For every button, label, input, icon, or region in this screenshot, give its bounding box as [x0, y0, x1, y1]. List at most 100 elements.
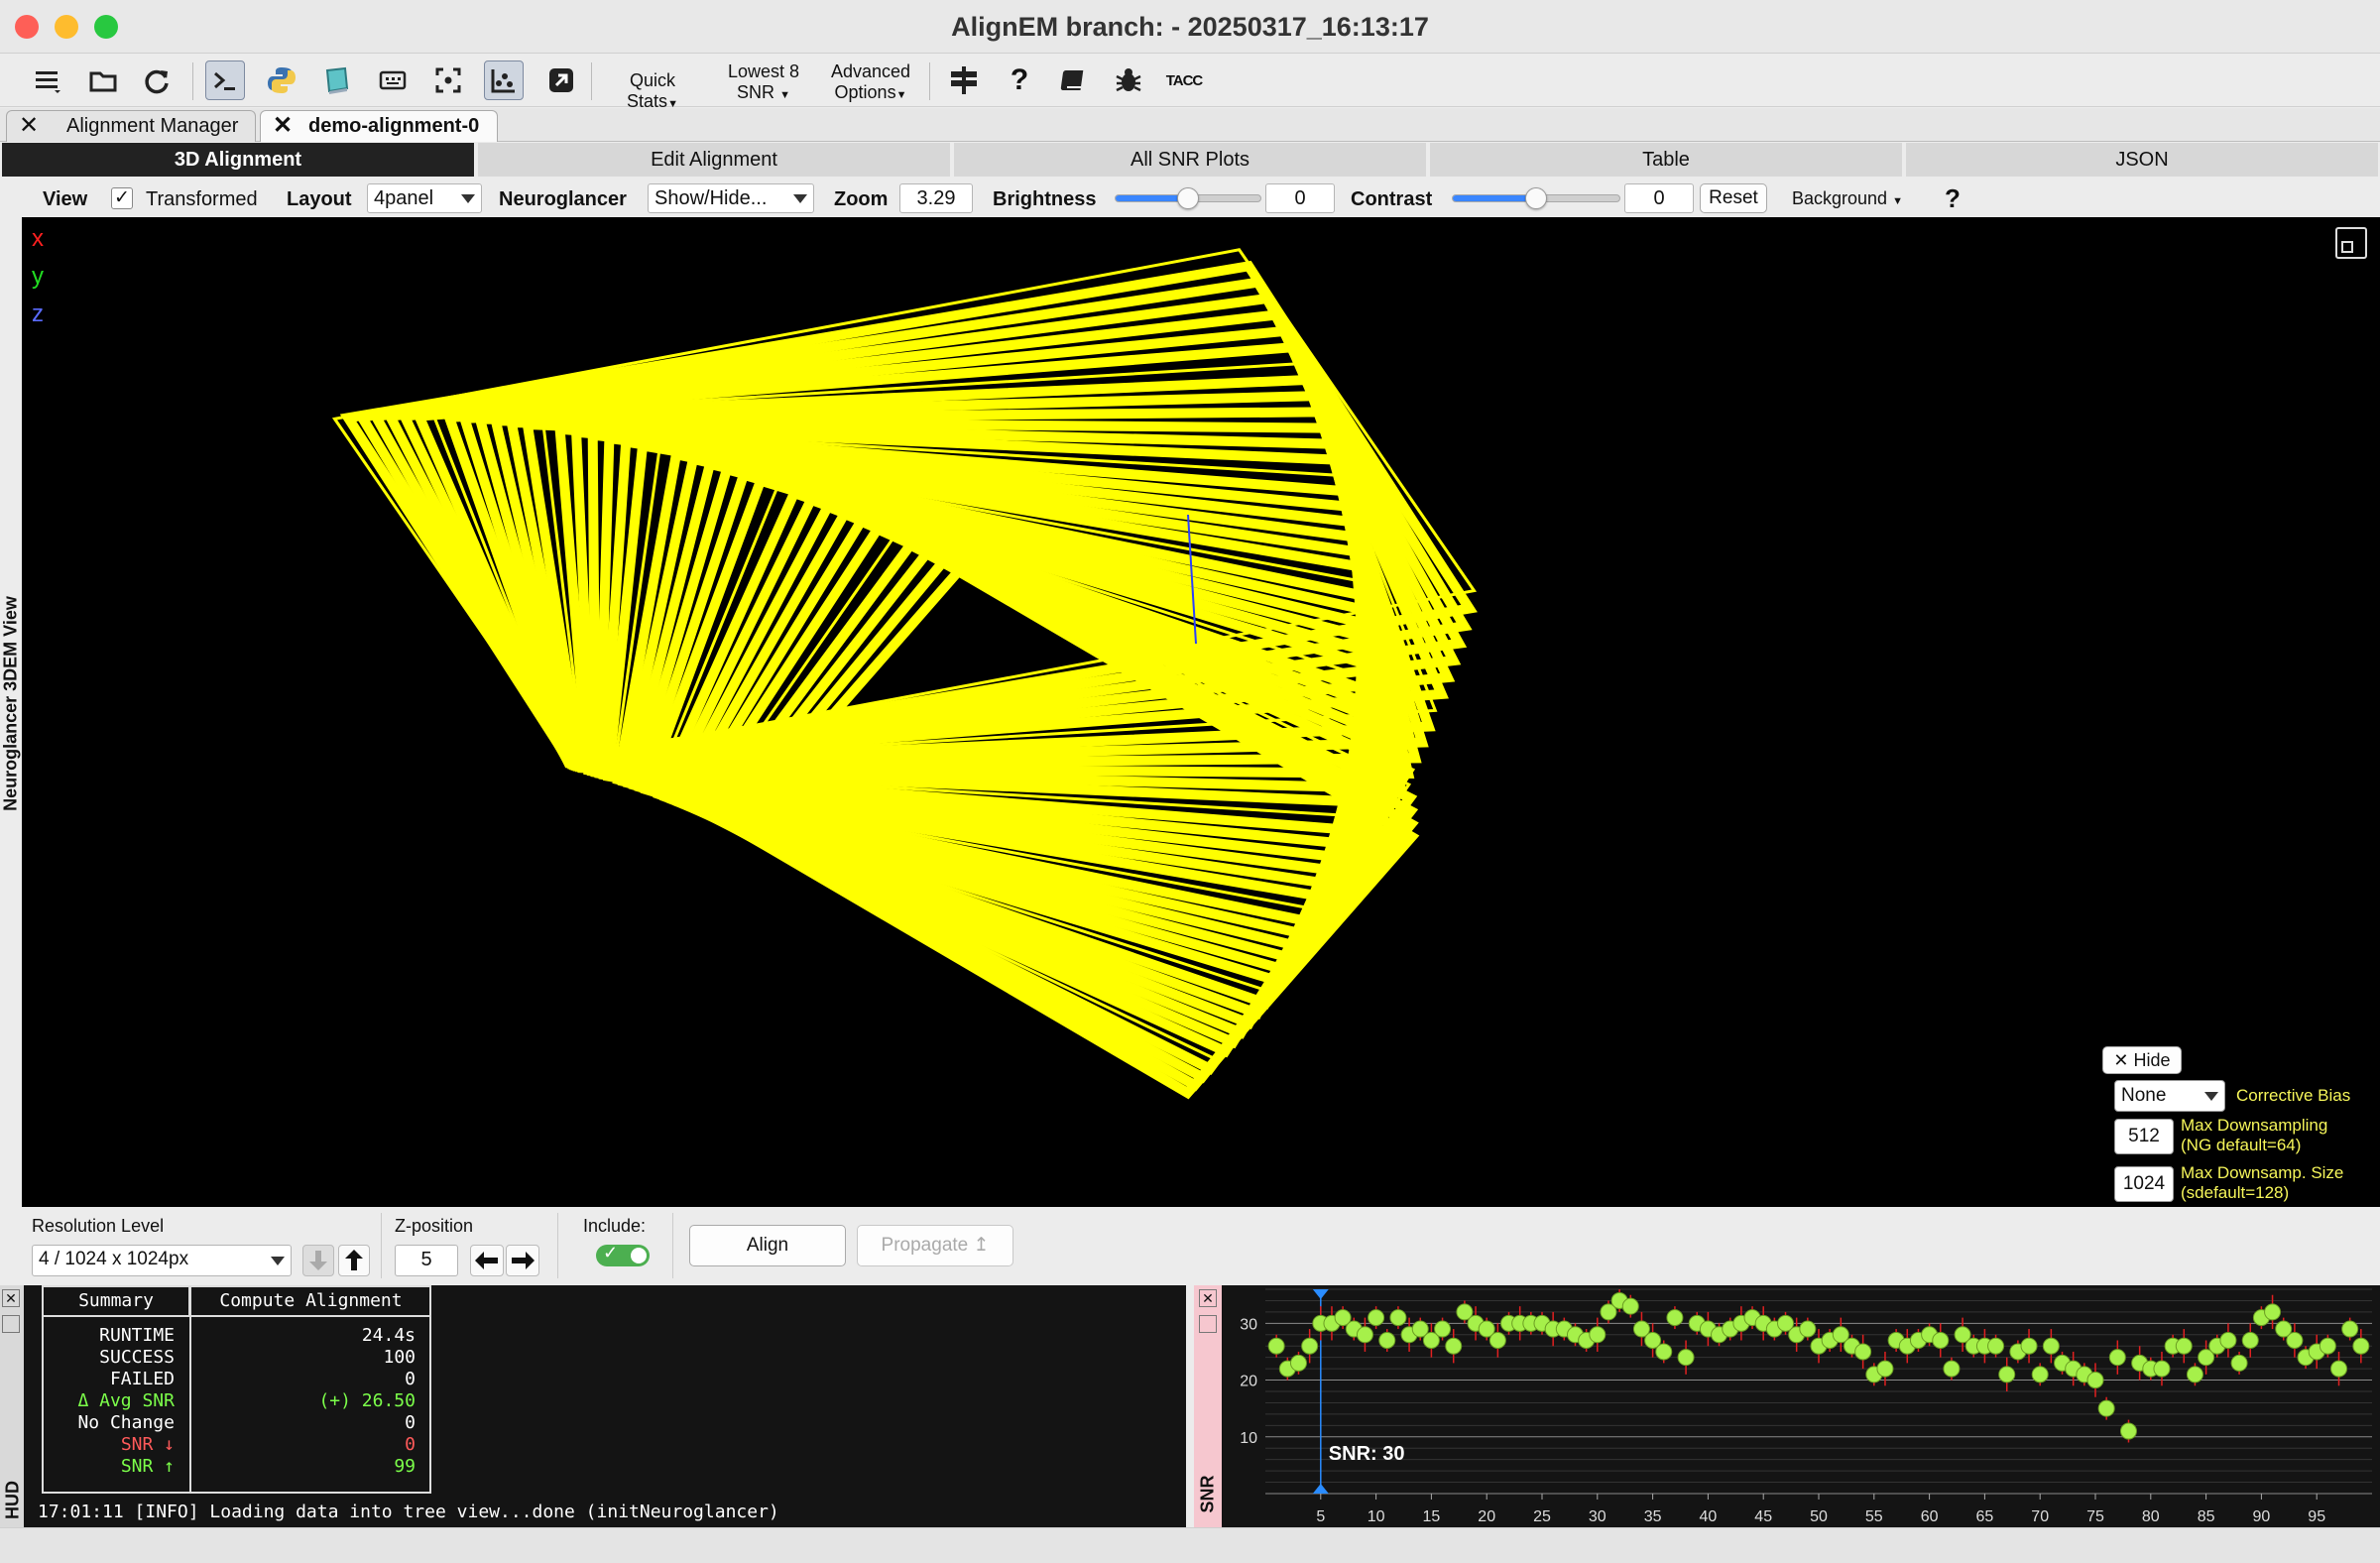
- max-downsampling-input[interactable]: 512: [2114, 1119, 2174, 1154]
- brightness-slider[interactable]: [1115, 187, 1261, 209]
- hud-label: HUD: [2, 1481, 23, 1519]
- x-tick-label: 20: [1478, 1508, 1495, 1525]
- brightness-slider-handle[interactable]: [1177, 187, 1199, 209]
- layout-select[interactable]: 4panel: [367, 183, 482, 213]
- bug-icon[interactable]: [1109, 60, 1148, 100]
- x-tick-label: 35: [1644, 1508, 1662, 1525]
- notebook-icon[interactable]: [317, 60, 357, 100]
- corrective-bias-select[interactable]: None: [2114, 1080, 2225, 1112]
- open-folder-icon[interactable]: [83, 60, 123, 100]
- external-link-icon[interactable]: [541, 60, 581, 100]
- z-position-label: Z-position: [395, 1216, 474, 1236]
- tab-3d-alignment[interactable]: 3D Alignment: [2, 143, 474, 177]
- x-tick-label: 5: [1316, 1508, 1325, 1525]
- tab-alignment-manager[interactable]: ✕ Alignment Manager: [6, 110, 256, 142]
- propagate-button[interactable]: Propagate ↥: [857, 1225, 1013, 1266]
- python-icon[interactable]: [262, 60, 301, 100]
- close-tab-icon[interactable]: ✕: [273, 111, 293, 141]
- x-tick-label: 55: [1865, 1508, 1883, 1525]
- x-tick-label: 15: [1423, 1508, 1441, 1525]
- x-tick-label: 30: [1589, 1508, 1606, 1525]
- close-icon: ✕: [2113, 1050, 2129, 1070]
- view-controls: View ✓ Transformed Layout 4panel Neurogl…: [0, 180, 2380, 217]
- terminal-icon[interactable]: [205, 60, 245, 100]
- max-downsamp-size-input[interactable]: 1024: [2114, 1166, 2174, 1202]
- snr-point: [2097, 1399, 2115, 1417]
- brightness-input[interactable]: 0: [1265, 183, 1335, 213]
- x-tick-label: 65: [1976, 1508, 1994, 1525]
- signpost-icon[interactable]: [944, 60, 984, 100]
- float-panel-icon[interactable]: [1199, 1315, 1217, 1333]
- y-tick-label: 10: [1240, 1430, 1257, 1447]
- summary-row-value: 0: [405, 1434, 416, 1455]
- arrow-left-icon[interactable]: [470, 1245, 504, 1276]
- contrast-slider-handle[interactable]: [1525, 187, 1547, 209]
- compute-alignment-header: Compute Alignment: [219, 1290, 403, 1311]
- hide-button[interactable]: ✕ Hide: [2102, 1046, 2182, 1074]
- arrow-down-icon[interactable]: [302, 1245, 334, 1276]
- close-panel-icon[interactable]: ✕: [1199, 1289, 1217, 1307]
- scatter-plot-icon[interactable]: [484, 60, 524, 100]
- neuroglancer-label: Neuroglancer: [499, 188, 627, 210]
- tab-edit-alignment[interactable]: Edit Alignment: [478, 143, 950, 177]
- close-tab-icon[interactable]: ✕: [19, 111, 39, 141]
- refresh-icon[interactable]: [137, 60, 177, 100]
- summary-row-value: 24.4s: [361, 1325, 416, 1346]
- reset-button[interactable]: Reset: [1700, 183, 1767, 213]
- resolution-level-select[interactable]: 4 / 1024 x 1024px: [32, 1245, 292, 1276]
- snr-point: [1666, 1309, 1684, 1327]
- summary-row-value: (+) 26.50: [318, 1390, 416, 1411]
- summary-row-label: RUNTIME: [99, 1325, 175, 1346]
- log-line: 17:01:11 [INFO] Loading data into tree v…: [38, 1502, 779, 1522]
- book-icon[interactable]: [1053, 60, 1093, 100]
- snr-point: [2175, 1337, 2193, 1355]
- summary-row-value: 100: [383, 1347, 416, 1368]
- max-downsamp-size-label: Max Downsamp. Size (sdefault=128): [2181, 1163, 2344, 1202]
- tab-json[interactable]: JSON: [1906, 143, 2378, 177]
- snr-point: [1876, 1360, 1894, 1378]
- arrow-right-icon[interactable]: [506, 1245, 539, 1276]
- x-tick-label: 95: [2308, 1508, 2325, 1525]
- tab-demo-alignment[interactable]: ✕ demo-alignment-0: [260, 110, 498, 142]
- x-tick-label: 70: [2031, 1508, 2049, 1525]
- help-icon[interactable]: ?: [1000, 60, 1039, 100]
- summary-row-label: SNR ↓: [120, 1434, 175, 1455]
- snr-point: [1932, 1332, 1950, 1349]
- hud-console[interactable]: Summary Compute Alignment RUNTIME 24.4s SU…: [24, 1285, 1210, 1527]
- snr-point: [1488, 1332, 1506, 1349]
- snr-point: [1356, 1326, 1373, 1344]
- snr-scatter-plot[interactable]: 10 20 30 5 10 15 20 25 30 35 40 45 50 55 60 65 70 75 80 85 9…: [1222, 1285, 2380, 1527]
- snr-point: [1289, 1354, 1307, 1372]
- snr-point: [1998, 1366, 2016, 1383]
- summary-row-value: 99: [394, 1456, 416, 1477]
- zoom-input[interactable]: 3.29: [899, 183, 973, 213]
- background-menu[interactable]: Background ▼: [1792, 188, 1903, 209]
- float-panel-icon[interactable]: [2, 1315, 20, 1333]
- snr-point: [2153, 1360, 2171, 1378]
- z-position-input[interactable]: 5: [395, 1245, 458, 1276]
- tab-table[interactable]: Table: [1430, 143, 1902, 177]
- snr-point: [1655, 1343, 1673, 1361]
- lowest-snr-menu[interactable]: Lowest 8 SNR ▼: [716, 61, 811, 106]
- transformed-checkbox[interactable]: ✓: [111, 187, 133, 209]
- tacc-icon[interactable]: TACC: [1164, 60, 1204, 100]
- neuroglancer-select[interactable]: Show/Hide...: [648, 183, 814, 213]
- x-tick-label: 60: [1921, 1508, 1939, 1525]
- menu-icon[interactable]: [28, 60, 67, 100]
- snr-label: SNR: [1197, 1475, 1218, 1513]
- snr-point: [2086, 1372, 2104, 1389]
- contrast-slider[interactable]: [1452, 187, 1620, 209]
- snr-point: [1301, 1337, 1319, 1355]
- fullscreen-icon[interactable]: [428, 60, 468, 100]
- help-button[interactable]: ?: [1945, 183, 1961, 214]
- keyboard-icon[interactable]: [373, 60, 413, 100]
- neuroglancer-viewer[interactable]: x y z ✕ Hide None Corrective Bias 512 Ma…: [22, 217, 2380, 1207]
- advanced-options-menu[interactable]: Advanced Options▼: [823, 61, 918, 106]
- close-panel-icon[interactable]: ✕: [2, 1289, 20, 1307]
- align-button[interactable]: Align: [689, 1225, 846, 1266]
- tab-all-snr-plots[interactable]: All SNR Plots: [954, 143, 1426, 177]
- x-tick-label: 80: [2142, 1508, 2160, 1525]
- contrast-input[interactable]: 0: [1624, 183, 1694, 213]
- arrow-up-icon[interactable]: [338, 1245, 370, 1276]
- include-toggle[interactable]: ✓: [596, 1243, 650, 1266]
